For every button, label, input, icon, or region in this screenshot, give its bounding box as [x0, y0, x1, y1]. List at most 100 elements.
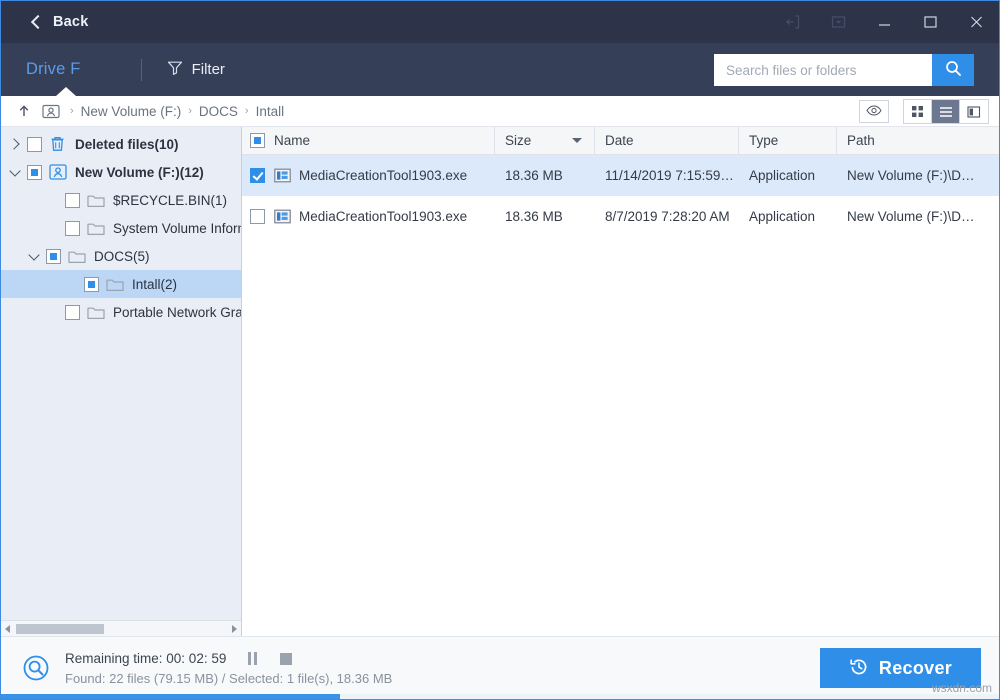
magnifier-icon [945, 60, 962, 80]
view-controls [859, 99, 989, 124]
cell-name: MediaCreationTool1903.exe [242, 209, 495, 224]
view-mode-group [903, 99, 989, 124]
column-header-date[interactable]: Date [595, 127, 739, 154]
tree-twisty-placeholder [45, 304, 61, 320]
tree-node-checkbox[interactable] [27, 165, 42, 180]
file-list-header: Name Size Date Type Path [242, 127, 999, 155]
scroll-right-arrow[interactable] [228, 622, 241, 636]
chevron-down-icon[interactable] [7, 164, 23, 180]
arrow-up-icon[interactable] [15, 102, 33, 120]
filter-button[interactable]: Filter [167, 60, 225, 80]
column-header-type[interactable]: Type [739, 127, 837, 154]
tree-node-checkbox[interactable] [65, 221, 80, 236]
maximize-icon[interactable] [907, 1, 953, 43]
status-text-block: Remaining time: 00: 02: 59 Found: 22 fil… [65, 651, 392, 686]
window-controls [769, 1, 999, 43]
restore-clock-icon [849, 657, 869, 680]
tree-twisty-placeholder [45, 220, 61, 236]
folder-tree-sidebar: Deleted files(10) New Volume (F:)(12) $REC… [1, 127, 242, 636]
tree-node-checkbox[interactable] [65, 193, 80, 208]
breadcrumb-item-1[interactable]: DOCS [197, 104, 240, 119]
tree-node-checkbox[interactable] [46, 249, 61, 264]
breadcrumb-separator-0: › [70, 105, 74, 117]
close-icon[interactable] [953, 1, 999, 43]
list-view-icon[interactable] [932, 100, 960, 123]
cell-path: New Volume (F:)\D… [837, 209, 999, 224]
breadcrumb-separator-1: › [188, 105, 192, 117]
recover-button-label: Recover [879, 658, 952, 679]
tree-node[interactable]: $RECYCLE.BIN(1) [1, 186, 241, 214]
logout-icon[interactable] [769, 1, 815, 43]
file-list-panel: Name Size Date Type Path MediaCreationTo… [242, 127, 999, 636]
minimize-icon[interactable] [861, 1, 907, 43]
scroll-left-arrow[interactable] [1, 622, 14, 636]
tree-twisty-placeholder [64, 276, 80, 292]
cell-date: 11/14/2019 7:15:59… [595, 168, 739, 183]
scanning-magnifier-icon [21, 653, 51, 683]
chevron-left-icon [29, 15, 43, 29]
column-header-size[interactable]: Size [495, 127, 595, 154]
scrollbar-thumb[interactable] [16, 624, 104, 634]
chevron-right-icon[interactable] [7, 136, 23, 152]
remaining-time-label: Remaining time: 00: 02: 59 [65, 651, 226, 666]
tree-node[interactable]: Portable Network Graphics [1, 298, 241, 326]
breadcrumb-item-0[interactable]: New Volume (F:) [79, 104, 184, 119]
cell-size: 18.36 MB [495, 168, 595, 183]
file-list-rows: MediaCreationTool1903.exe18.36 MB11/14/2… [242, 155, 999, 636]
tree-node-label: Deleted files(10) [75, 137, 179, 152]
tree-node-checkbox[interactable] [65, 305, 80, 320]
cell-name: MediaCreationTool1903.exe [242, 168, 495, 183]
table-row[interactable]: MediaCreationTool1903.exe18.36 MB11/14/2… [242, 155, 999, 196]
minimize-to-tray-icon[interactable] [815, 1, 861, 43]
filter-label: Filter [192, 61, 225, 78]
drive-icon[interactable] [41, 102, 61, 120]
sidebar-horizontal-scrollbar[interactable] [1, 620, 241, 636]
tree-twisty-placeholder [45, 192, 61, 208]
breadcrumb-item-2[interactable]: Intall [254, 104, 287, 119]
tab-drive-f[interactable]: Drive F [26, 60, 81, 79]
toolbar: Drive F Filter [1, 43, 999, 96]
title-bar: Back [1, 1, 999, 43]
found-status-label: Found: 22 files (79.15 MB) / Selected: 1… [65, 671, 392, 686]
watermark: wsxdn.com [932, 681, 992, 695]
tree-node-checkbox[interactable] [27, 137, 42, 152]
row-checkbox[interactable] [250, 168, 265, 183]
column-header-path[interactable]: Path [837, 127, 999, 154]
search-input[interactable] [714, 54, 932, 86]
select-all-checkbox[interactable] [250, 133, 265, 148]
search-button[interactable] [932, 54, 974, 86]
column-header-name[interactable]: Name [242, 127, 495, 154]
scrollbar-track[interactable] [14, 623, 228, 634]
folder-icon [68, 248, 87, 265]
scan-progress-fill [1, 694, 340, 699]
column-header-path-label: Path [847, 133, 875, 148]
funnel-icon [167, 60, 183, 80]
table-row[interactable]: MediaCreationTool1903.exe18.36 MB8/7/201… [242, 196, 999, 237]
back-button[interactable]: Back [29, 14, 88, 30]
breadcrumb-separator-2: › [245, 105, 249, 117]
back-button-label: Back [53, 14, 88, 30]
tree-node[interactable]: Intall(2) [1, 270, 241, 298]
tree-node-checkbox[interactable] [84, 277, 99, 292]
application-file-icon [274, 168, 291, 183]
chevron-down-icon[interactable] [26, 248, 42, 264]
tree-node[interactable]: System Volume Information [1, 214, 241, 242]
tree-node-label: $RECYCLE.BIN(1) [113, 193, 227, 208]
tree-node[interactable]: Deleted files(10) [1, 130, 241, 158]
preview-toggle-button[interactable] [859, 100, 889, 123]
tree-node[interactable]: DOCS(5) [1, 242, 241, 270]
tree-node-label: DOCS(5) [94, 249, 150, 264]
main-body: Deleted files(10) New Volume (F:)(12) $REC… [1, 127, 999, 636]
cell-path: New Volume (F:)\D… [837, 168, 999, 183]
detail-pane-icon[interactable] [960, 100, 988, 123]
row-checkbox[interactable] [250, 209, 265, 224]
grid-view-icon[interactable] [904, 100, 932, 123]
tree-node-label: New Volume (F:)(12) [75, 165, 204, 180]
pause-icon[interactable] [244, 651, 260, 667]
breadcrumb-bar: › New Volume (F:) › DOCS › Intall [1, 96, 999, 127]
stop-icon[interactable] [278, 651, 294, 667]
column-header-name-label: Name [274, 133, 310, 148]
folder-tree: Deleted files(10) New Volume (F:)(12) $REC… [1, 127, 241, 326]
sort-descending-icon [572, 138, 582, 143]
tree-node[interactable]: New Volume (F:)(12) [1, 158, 241, 186]
